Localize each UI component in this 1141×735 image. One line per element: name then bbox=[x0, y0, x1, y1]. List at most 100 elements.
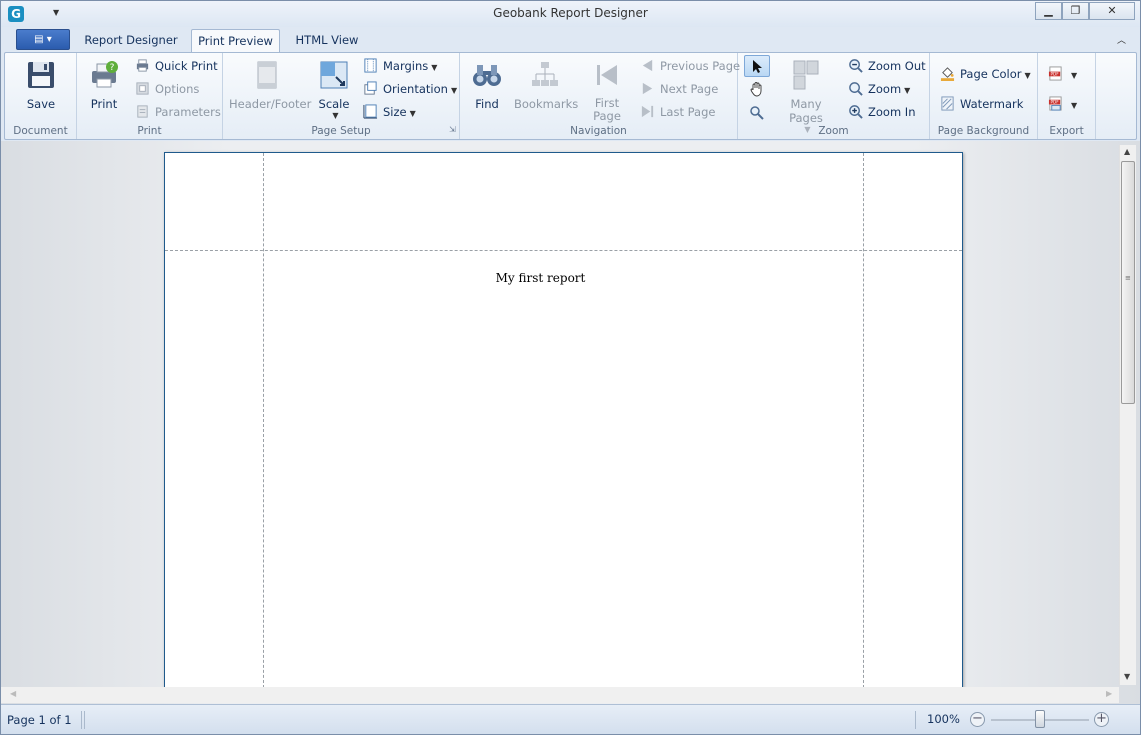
zoom-out-label: Zoom Out bbox=[868, 59, 926, 73]
status-bar: Page 1 of 1 100% − + bbox=[1, 704, 1140, 734]
quick-print-icon bbox=[136, 59, 149, 72]
export-pdf-button[interactable]: PDF ▼ bbox=[1048, 64, 1077, 84]
orientation-label: Orientation bbox=[383, 82, 448, 96]
zoom-in-icon bbox=[849, 105, 863, 119]
many-pages-icon bbox=[793, 60, 819, 90]
zoom-out-icon bbox=[849, 59, 863, 73]
previous-page-button[interactable]: Previous Page bbox=[640, 56, 740, 76]
ribbon-tab-row: ▤ ▾ Report Designer Print Preview HTML V… bbox=[1, 27, 1140, 52]
pointer-icon bbox=[753, 60, 762, 73]
scale-button[interactable]: Scale ▼ bbox=[307, 59, 361, 120]
zoom-slider-thumb[interactable] bbox=[1035, 710, 1045, 728]
group-navigation: Find Bookmarks First Page Previous Page N… bbox=[460, 53, 740, 139]
parameters-label: Parameters bbox=[155, 105, 221, 119]
window-title: Geobank Report Designer bbox=[493, 6, 648, 20]
zoom-slider-plus-button[interactable]: + bbox=[1094, 712, 1109, 727]
zoom-out-button[interactable]: Zoom Out bbox=[848, 56, 926, 76]
minimize-button[interactable]: ▁ bbox=[1035, 2, 1062, 20]
maximize-button[interactable]: ❐ bbox=[1062, 2, 1089, 20]
pdf-file-icon: PDF bbox=[1048, 66, 1062, 81]
group-document: Save Document bbox=[5, 53, 77, 139]
group-label-page-background: Page Background bbox=[937, 125, 1030, 137]
tab-html-view[interactable]: HTML View bbox=[288, 29, 366, 52]
vertical-scroll-thumb[interactable]: ≡ bbox=[1121, 161, 1135, 404]
last-page-label: Last Page bbox=[660, 105, 716, 119]
group-export: PDF ▼ PDF ▼ Export bbox=[1038, 53, 1096, 139]
page-count-status: Page 1 of 1 bbox=[7, 711, 85, 729]
save-button[interactable]: Save bbox=[14, 59, 68, 111]
group-print: ? Print Quick Print Options Parameters P… bbox=[77, 53, 223, 139]
minimize-icon: ▁ bbox=[1044, 4, 1053, 17]
send-pdf-dropdown-icon: ▼ bbox=[1071, 101, 1078, 110]
scroll-right-icon[interactable]: ▶ bbox=[1106, 689, 1112, 698]
right-margin-guide bbox=[863, 153, 864, 698]
watermark-button[interactable]: Watermark bbox=[940, 94, 1023, 114]
watermark-label: Watermark bbox=[960, 97, 1024, 111]
group-label-zoom: Zoom bbox=[818, 125, 849, 137]
orientation-dropdown-icon: ▼ bbox=[450, 86, 458, 95]
svg-text:PDF: PDF bbox=[1050, 100, 1059, 105]
tab-print-preview[interactable]: Print Preview bbox=[191, 29, 280, 52]
send-pdf-button[interactable]: PDF ▼ bbox=[1048, 94, 1077, 114]
next-page-icon bbox=[642, 82, 653, 95]
quick-print-label: Quick Print bbox=[155, 59, 218, 73]
many-pages-label: Many Pages bbox=[789, 97, 823, 125]
parameters-button[interactable]: Parameters bbox=[135, 102, 221, 122]
vertical-scrollbar[interactable]: ▲ ≡ ▼ bbox=[1119, 145, 1136, 685]
paper-size-icon bbox=[363, 104, 378, 119]
group-page-setup: Header/Footer Scale ▼ Margins ▼ Orientati… bbox=[223, 53, 460, 139]
page-color-label: Page Color bbox=[960, 67, 1022, 81]
header-footer-button[interactable]: Header/Footer bbox=[229, 59, 311, 111]
quick-print-button[interactable]: Quick Print bbox=[135, 56, 218, 76]
application-menu-button[interactable]: ▤ ▾ bbox=[16, 29, 70, 50]
scale-icon bbox=[320, 61, 348, 89]
title-bar: G ▼ Geobank Report Designer ▁ ❐ ✕ bbox=[1, 1, 1140, 27]
horizontal-scrollbar[interactable]: ◀ ▶ bbox=[1, 687, 1119, 703]
ribbon: Save Document ? Print Quick Print Option… bbox=[4, 52, 1137, 140]
app-window: G ▼ Geobank Report Designer ▁ ❐ ✕ ▤ ▾ Re… bbox=[0, 0, 1141, 735]
margins-icon bbox=[364, 58, 377, 73]
find-button[interactable]: Find bbox=[460, 59, 514, 111]
print-button[interactable]: ? Print bbox=[77, 59, 131, 111]
scroll-left-icon[interactable]: ◀ bbox=[10, 689, 16, 698]
orientation-button[interactable]: Orientation ▼ bbox=[363, 79, 457, 99]
minus-icon: − bbox=[972, 711, 983, 726]
close-button[interactable]: ✕ bbox=[1089, 2, 1135, 20]
size-button[interactable]: Size ▼ bbox=[363, 102, 416, 122]
options-icon bbox=[136, 82, 149, 95]
scroll-up-icon[interactable]: ▲ bbox=[1124, 147, 1130, 156]
size-dropdown-icon: ▼ bbox=[409, 109, 416, 118]
scroll-down-icon[interactable]: ▼ bbox=[1124, 672, 1130, 681]
page-color-button[interactable]: Page Color ▼ bbox=[940, 64, 1031, 84]
find-label: Find bbox=[475, 97, 499, 111]
tab-report-designer[interactable]: Report Designer bbox=[81, 29, 181, 52]
page-color-dropdown-icon: ▼ bbox=[1024, 71, 1031, 80]
options-button[interactable]: Options bbox=[135, 79, 199, 99]
zoom-level-text: 100% bbox=[927, 712, 960, 726]
preview-viewport[interactable]: My first report bbox=[1, 141, 1140, 704]
previous-page-icon bbox=[642, 59, 653, 72]
bookmarks-tree-icon bbox=[532, 62, 558, 86]
group-label-navigation: Navigation bbox=[570, 125, 627, 137]
restore-icon: ❐ bbox=[1070, 4, 1081, 17]
svg-text:?: ? bbox=[110, 63, 115, 73]
hand-tool-button[interactable] bbox=[749, 81, 765, 100]
watermark-icon bbox=[941, 96, 954, 111]
zoom-in-button[interactable]: Zoom In bbox=[848, 102, 916, 122]
pointer-tool-button[interactable] bbox=[744, 55, 770, 77]
zoom-dropdown-button[interactable]: Zoom ▼ bbox=[848, 79, 910, 99]
zoom-slider-minus-button[interactable]: − bbox=[970, 712, 985, 727]
margins-button[interactable]: Margins ▼ bbox=[363, 56, 437, 76]
bookmarks-button[interactable]: Bookmarks bbox=[514, 59, 579, 111]
bookmarks-label: Bookmarks bbox=[514, 97, 579, 111]
previous-page-label: Previous Page bbox=[660, 59, 741, 73]
report-page: My first report bbox=[164, 152, 963, 698]
many-pages-button[interactable]: Many Pages ▼ bbox=[774, 59, 838, 134]
next-page-button[interactable]: Next Page bbox=[640, 79, 718, 99]
magnifier-tool-button[interactable] bbox=[749, 105, 765, 124]
first-page-button[interactable]: First Page bbox=[580, 59, 634, 123]
collapse-ribbon-icon[interactable]: ︿ bbox=[1117, 33, 1129, 46]
zoom-in-label: Zoom In bbox=[868, 105, 916, 119]
last-page-button[interactable]: Last Page bbox=[640, 102, 715, 122]
save-label: Save bbox=[26, 97, 56, 111]
